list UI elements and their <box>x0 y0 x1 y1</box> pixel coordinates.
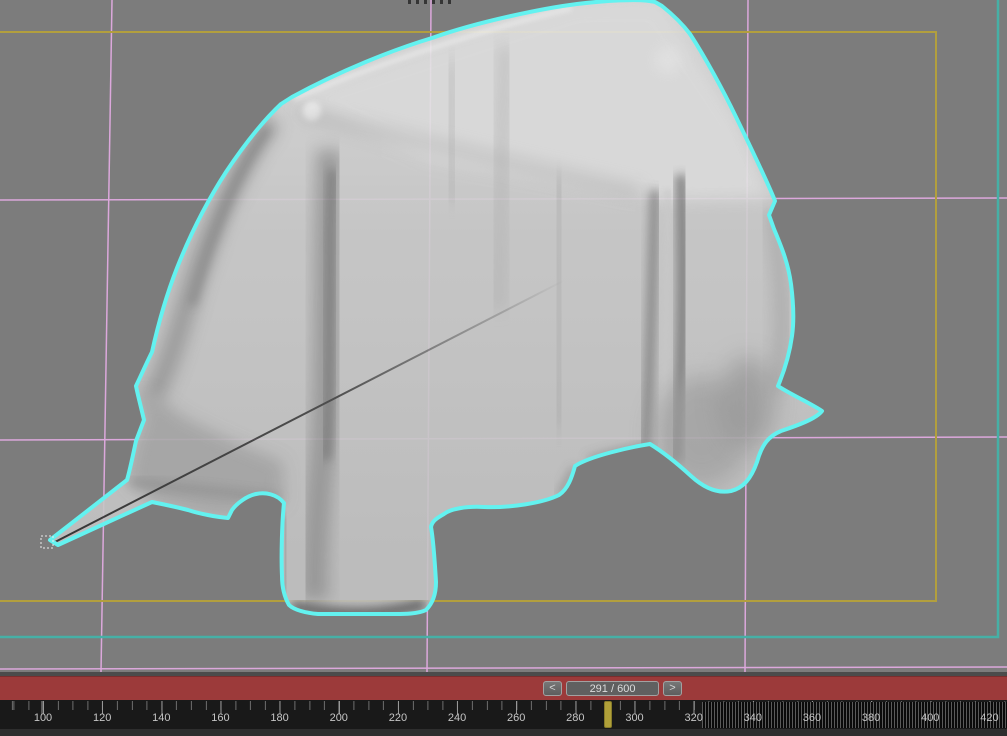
viewport-canvas <box>0 0 1007 673</box>
ruler-label: 220 <box>388 712 408 724</box>
track-bar: < 291 / 600 > <box>0 676 1007 700</box>
ruler-label: 160 <box>211 712 230 724</box>
current-frame-marker[interactable] <box>603 701 612 728</box>
frame-counter[interactable]: 291 / 600 <box>566 681 659 696</box>
timeline-ruler[interactable]: 100 120 140 160 180 200 220 240 260 280 300 320 340 3… <box>0 700 1007 736</box>
ruler-label: 240 <box>447 712 467 724</box>
ruler-label: 260 <box>507 712 526 724</box>
ruler-label: 360 <box>802 712 822 724</box>
ruler-label: 280 <box>566 712 585 724</box>
ruler-label: 300 <box>625 712 644 724</box>
ruler-label: 320 <box>684 712 703 724</box>
ruler-label: 420 <box>980 712 999 724</box>
ruler-label: 180 <box>270 712 289 724</box>
application-window: < 291 / 600 > 100 120 140 160 180 200 220 240 26… <box>0 0 1007 736</box>
previous-frame-button[interactable]: < <box>543 681 562 696</box>
ruler-label: 120 <box>92 712 112 724</box>
next-frame-button[interactable]: > <box>663 681 682 696</box>
ruler-label: 400 <box>921 712 940 724</box>
perspective-viewport[interactable] <box>0 0 1007 673</box>
ruler-label: 100 <box>33 712 53 724</box>
ruler-label: 140 <box>152 712 171 724</box>
ruler-bottom-strip <box>0 729 1007 736</box>
clipped-label <box>408 0 455 4</box>
ruler-label: 380 <box>861 712 881 724</box>
ruler-label: 340 <box>743 712 762 724</box>
frame-controls: < 291 / 600 > <box>543 681 682 696</box>
ruler-label: 200 <box>329 712 348 724</box>
